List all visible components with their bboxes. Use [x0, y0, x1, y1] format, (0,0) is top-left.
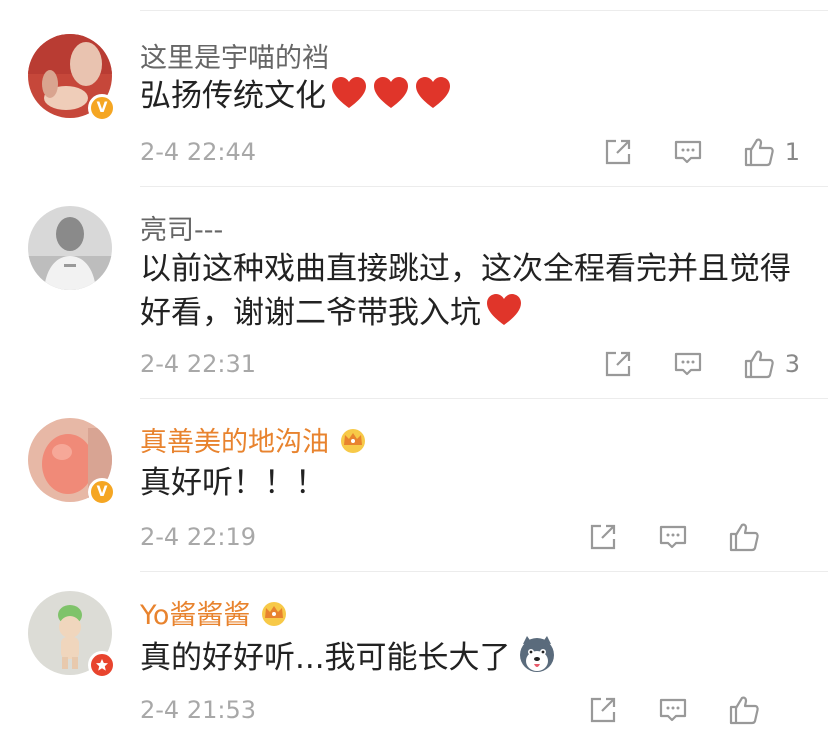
comment-username[interactable]: Yo酱酱酱: [140, 593, 290, 632]
share-button[interactable]: [588, 695, 618, 725]
thumbs-up-icon: [729, 523, 759, 552]
like-button[interactable]: [728, 521, 784, 553]
like-button[interactable]: 3: [743, 348, 800, 380]
comment-username[interactable]: 亮司---: [140, 208, 223, 247]
red-heart-icon: [416, 77, 450, 108]
share-icon: [590, 524, 616, 550]
share-icon: [605, 351, 630, 377]
avatar[interactable]: V: [28, 34, 116, 122]
crown-icon: [337, 426, 369, 454]
username-text[interactable]: 亮司---: [140, 208, 223, 247]
avatar[interactable]: V: [28, 418, 116, 506]
comment-meta: 2-4 21:53: [140, 692, 800, 728]
username-text[interactable]: Yo酱酱酱: [140, 593, 250, 632]
comment-username[interactable]: 这里是宇喵的裆: [140, 36, 329, 75]
comment-username[interactable]: 真善美的地沟油: [140, 420, 369, 459]
comment-meta: 2-4 22:19: [140, 519, 800, 555]
thumbs-up-icon: [744, 138, 774, 167]
comment-timestamp: 2-4 22:31: [140, 350, 256, 378]
comment-meta: 2-4 22:44 1: [140, 134, 800, 170]
red-heart-icon: [374, 77, 408, 108]
comment-icon: [674, 352, 701, 376]
share-icon: [605, 139, 630, 165]
divider: [140, 186, 828, 187]
verified-badge-icon: V: [88, 478, 116, 506]
member-badge-icon: [88, 651, 116, 679]
divider: [140, 571, 828, 572]
comment-icon: [674, 140, 701, 164]
share-icon: [590, 697, 616, 723]
reply-button[interactable]: [658, 522, 688, 552]
like-count: 1: [784, 138, 800, 166]
share-button[interactable]: [603, 137, 633, 167]
avatar[interactable]: [28, 206, 112, 290]
husky-emoji-icon: [519, 636, 554, 672]
comment-text: 弘扬传统文化: [140, 74, 812, 118]
comment-actions: [588, 694, 784, 726]
reply-button[interactable]: [658, 695, 688, 725]
share-button[interactable]: [603, 349, 633, 379]
like-button[interactable]: 1: [743, 136, 800, 168]
share-button[interactable]: [588, 522, 618, 552]
crown-icon: [258, 599, 290, 627]
comment-icon: [659, 525, 687, 549]
comment-text: 真好听！！！: [140, 461, 812, 505]
comment-text: 真的好好听...我可能长大了: [140, 634, 812, 680]
divider: [140, 398, 828, 399]
comment-timestamp: 2-4 21:53: [140, 696, 256, 724]
comment-icon: [659, 698, 687, 722]
comment-actions: 1: [603, 136, 800, 168]
comment-text-content: 真好听！！！: [140, 465, 326, 501]
avatar-image: [28, 206, 112, 290]
comment-timestamp: 2-4 22:19: [140, 523, 256, 551]
comment-actions: [588, 521, 784, 553]
top-divider: [140, 10, 828, 11]
comment-text-content: 弘扬传统文化: [140, 78, 326, 114]
verified-badge-icon: V: [88, 94, 116, 122]
thumbs-up-icon: [729, 696, 759, 725]
comment-text: 以前这种戏曲直接跳过，这次全程看完并且觉得好看，谢谢二爷带我入坑: [140, 247, 812, 335]
username-text[interactable]: 这里是宇喵的裆: [140, 36, 329, 75]
like-count: 3: [784, 350, 800, 378]
comment-actions: 3: [603, 348, 800, 380]
red-heart-icon: [332, 77, 366, 108]
avatar[interactable]: [28, 591, 116, 679]
reply-button[interactable]: [673, 137, 703, 167]
thumbs-up-icon: [744, 350, 774, 379]
comment-text-content: 以前这种戏曲直接跳过，这次全程看完并且觉得好看，谢谢二爷带我入坑: [140, 251, 791, 331]
comment-timestamp: 2-4 22:44: [140, 138, 256, 166]
comment-text-content: 真的好好听...我可能长大了: [140, 640, 511, 676]
reply-button[interactable]: [673, 349, 703, 379]
red-heart-icon: [487, 294, 521, 325]
username-text[interactable]: 真善美的地沟油: [140, 420, 329, 459]
comment-meta: 2-4 22:31 3: [140, 346, 800, 382]
like-button[interactable]: [728, 694, 784, 726]
